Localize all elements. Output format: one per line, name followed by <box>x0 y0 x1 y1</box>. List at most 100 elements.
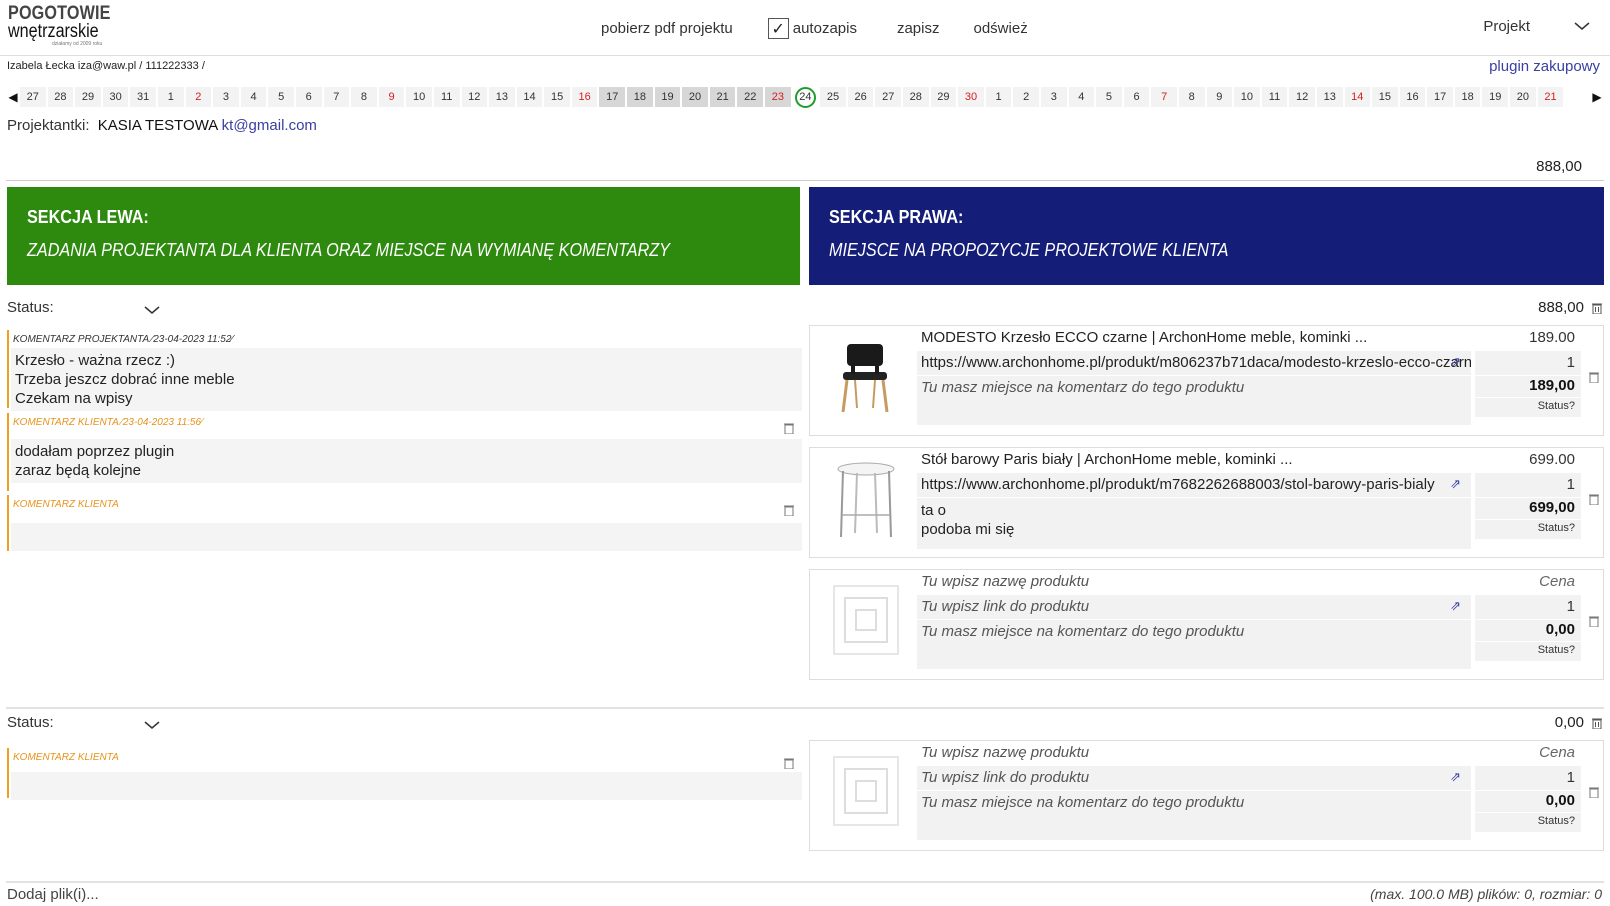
product-comment-input[interactable]: ta o podoba mi się <box>917 498 1471 550</box>
product-qty-input[interactable]: 1 <box>1475 473 1581 498</box>
product-price-input[interactable]: Cena <box>1475 741 1581 766</box>
calendar-day[interactable]: 20 <box>1510 87 1538 107</box>
trash-icon[interactable] <box>1592 302 1602 314</box>
calendar-day[interactable]: 17 <box>599 87 628 107</box>
open-link-icon[interactable]: ⇗ <box>1450 598 1461 614</box>
product-name-input[interactable]: Tu wpisz nazwę produktu <box>917 741 1471 766</box>
calendar-day[interactable]: 26 <box>847 87 876 107</box>
calendar-day[interactable]: 12 <box>1289 87 1317 107</box>
calendar-day[interactable]: 2 <box>185 87 214 107</box>
calendar-day[interactable]: 13 <box>1316 87 1345 107</box>
calendar-day[interactable]: 1 <box>985 87 1014 107</box>
calendar-day[interactable]: 28 <box>903 87 931 107</box>
calendar-day[interactable]: 21 <box>709 87 738 107</box>
product-qty-input[interactable]: 1 <box>1475 351 1581 376</box>
calendar-day[interactable]: 29 <box>930 87 959 107</box>
product-qty-input[interactable]: 1 <box>1475 766 1581 791</box>
calendar-day[interactable]: 20 <box>682 87 710 107</box>
calendar-day[interactable]: 3 <box>213 87 241 107</box>
trash-icon[interactable] <box>1589 492 1599 508</box>
trash-icon[interactable] <box>1589 370 1599 386</box>
calendar-day[interactable]: 11 <box>1261 87 1290 107</box>
calendar-day[interactable]: 13 <box>489 87 517 107</box>
trash-icon[interactable] <box>1589 785 1599 801</box>
open-link-icon[interactable]: ⇗ <box>1450 354 1461 370</box>
product-comment-input[interactable]: Tu masz miejsce na komentarz do tego pro… <box>917 791 1471 841</box>
product-status[interactable]: Status? <box>1475 398 1581 418</box>
calendar-day[interactable]: 5 <box>1096 87 1124 107</box>
calendar-day[interactable]: 9 <box>378 87 407 107</box>
product-image-placeholder[interactable] <box>818 576 913 664</box>
calendar-day[interactable]: 7 <box>323 87 352 107</box>
trash-icon[interactable] <box>1589 614 1599 630</box>
calendar-day[interactable]: 11 <box>433 87 462 107</box>
calendar-day[interactable]: 14 <box>516 87 545 107</box>
comment-input[interactable] <box>11 523 802 551</box>
chevron-down-icon[interactable] <box>1574 20 1590 32</box>
product-link-input[interactable]: Tu wpisz link do produktu ⇗ <box>917 766 1471 791</box>
product-name-input[interactable]: Tu wpisz nazwę produktu <box>917 570 1471 595</box>
product-comment-input[interactable]: Tu masz miejsce na komentarz do tego pro… <box>917 620 1471 670</box>
calendar-day[interactable]: 4 <box>1068 87 1097 107</box>
calendar-day-today[interactable]: 24 <box>792 86 821 108</box>
calendar-day[interactable]: 18 <box>1454 87 1483 107</box>
plugin-link[interactable]: plugin zakupowy <box>1489 58 1600 75</box>
calendar-day[interactable]: 6 <box>295 87 324 107</box>
product-comment-input[interactable]: Tu masz miejsce na komentarz do tego pro… <box>917 376 1471 426</box>
calendar-day[interactable]: 22 <box>737 87 766 107</box>
download-pdf-link[interactable]: pobierz pdf projektu <box>601 20 733 37</box>
trash-icon[interactable] <box>784 503 794 519</box>
calendar-day[interactable]: 27 <box>20 87 48 107</box>
calendar-day[interactable]: 21 <box>1537 87 1566 107</box>
designer-email[interactable]: kt@gmail.com <box>222 117 317 134</box>
calendar-day[interactable]: 8 <box>1178 87 1207 107</box>
calendar-day[interactable]: 30 <box>102 87 131 107</box>
product-price-input[interactable]: Cena <box>1475 570 1581 595</box>
calendar-day[interactable]: 10 <box>406 87 434 107</box>
calendar-next-icon[interactable]: ▶ <box>1590 90 1604 104</box>
calendar-day[interactable]: 6 <box>1123 87 1152 107</box>
product-image[interactable] <box>818 454 913 542</box>
calendar-day[interactable]: 8 <box>351 87 379 107</box>
product-status[interactable]: Status? <box>1475 520 1581 540</box>
add-file-button[interactable]: Dodaj plik(i)... <box>7 886 99 903</box>
product-image[interactable] <box>818 332 913 420</box>
calendar-day[interactable]: 17 <box>1427 87 1455 107</box>
trash-icon[interactable] <box>1592 717 1602 729</box>
product-price-input[interactable]: 189.00 <box>1475 326 1581 351</box>
product-name-input[interactable]: MODESTO Krzesło ECCO czarne | ArchonHome… <box>917 326 1471 351</box>
calendar-day[interactable]: 28 <box>47 87 76 107</box>
product-status[interactable]: Status? <box>1475 813 1581 833</box>
calendar-day[interactable]: 14 <box>1344 87 1373 107</box>
calendar-day[interactable]: 29 <box>75 87 103 107</box>
calendar-day[interactable]: 25 <box>820 87 848 107</box>
calendar-day[interactable]: 23 <box>765 87 793 107</box>
product-image-placeholder[interactable] <box>818 747 913 835</box>
calendar-day[interactable]: 9 <box>1206 87 1235 107</box>
autosave-label[interactable]: autozapis <box>793 20 857 37</box>
trash-icon[interactable] <box>784 421 794 437</box>
chevron-down-icon[interactable] <box>144 720 160 730</box>
calendar-day[interactable]: 18 <box>627 87 655 107</box>
open-link-icon[interactable]: ⇗ <box>1450 476 1461 492</box>
refresh-button[interactable]: odśwież <box>974 20 1028 37</box>
calendar-day[interactable]: 19 <box>654 87 683 107</box>
calendar-day[interactable]: 15 <box>1372 87 1400 107</box>
calendar-day[interactable]: 4 <box>240 87 269 107</box>
project-menu[interactable]: Projekt <box>1483 18 1530 35</box>
logo[interactable]: POGOTOWIE wnętrzarskie działamy od 2009 … <box>8 4 129 47</box>
product-price-input[interactable]: 699.00 <box>1475 448 1581 473</box>
comment-body[interactable]: dodałam poprzez plugin zaraz będą kolejn… <box>11 439 802 483</box>
calendar-day[interactable]: 19 <box>1482 87 1511 107</box>
calendar-day[interactable]: 7 <box>1151 87 1179 107</box>
calendar-day[interactable]: 3 <box>1040 87 1069 107</box>
calendar-day[interactable]: 30 <box>958 87 986 107</box>
product-qty-input[interactable]: 1 <box>1475 595 1581 620</box>
save-button[interactable]: zapisz <box>897 20 940 37</box>
product-link-input[interactable]: https://www.archonhome.pl/produkt/m76822… <box>917 473 1471 498</box>
calendar-day[interactable]: 15 <box>544 87 572 107</box>
product-name-input[interactable]: Stół barowy Paris biały | ArchonHome meb… <box>917 448 1471 473</box>
product-status[interactable]: Status? <box>1475 642 1581 662</box>
calendar-day[interactable]: 10 <box>1234 87 1262 107</box>
calendar-day[interactable]: 1 <box>157 87 186 107</box>
